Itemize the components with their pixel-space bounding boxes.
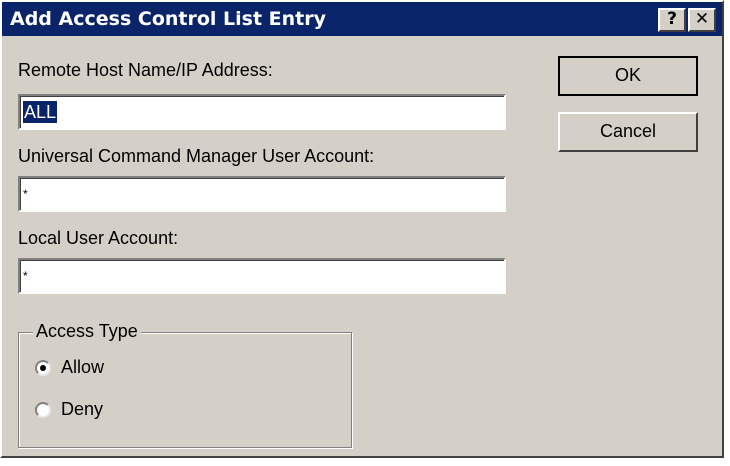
cancel-button[interactable]: Cancel bbox=[558, 112, 698, 152]
local-account-label: Local User Account: bbox=[18, 228, 179, 248]
deny-radio-button[interactable] bbox=[35, 401, 51, 418]
add-acl-entry-dialog: Add Access Control List Entry ? ✕ Remote… bbox=[0, 0, 724, 458]
allow-radio-option[interactable]: Allow bbox=[35, 357, 104, 378]
help-icon: ? bbox=[667, 9, 677, 29]
local-account-value: * bbox=[23, 269, 28, 283]
close-button[interactable]: ✕ bbox=[688, 8, 716, 32]
allow-radio-button[interactable] bbox=[35, 359, 51, 376]
access-type-label: Access Type bbox=[33, 321, 141, 342]
ucm-account-value: * bbox=[23, 187, 28, 201]
access-type-group: Access Type Allow Deny bbox=[18, 321, 352, 448]
remote-host-label: Remote Host Name/IP Address: bbox=[18, 60, 273, 80]
title-bar[interactable]: Add Access Control List Entry ? ✕ bbox=[2, 2, 722, 36]
window-title: Add Access Control List Entry bbox=[10, 8, 326, 30]
local-account-input[interactable]: * bbox=[18, 258, 506, 294]
ok-button[interactable]: OK bbox=[558, 56, 698, 96]
deny-radio-option[interactable]: Deny bbox=[35, 399, 103, 420]
close-icon: ✕ bbox=[694, 9, 710, 29]
remote-host-input[interactable]: ALL bbox=[18, 94, 506, 130]
ucm-account-label: Universal Command Manager User Account: bbox=[18, 146, 375, 166]
help-button[interactable]: ? bbox=[658, 8, 686, 32]
ucm-account-input[interactable]: * bbox=[18, 176, 506, 212]
remote-host-value: ALL bbox=[23, 101, 58, 123]
deny-label: Deny bbox=[61, 399, 104, 419]
allow-label: Allow bbox=[61, 357, 105, 377]
